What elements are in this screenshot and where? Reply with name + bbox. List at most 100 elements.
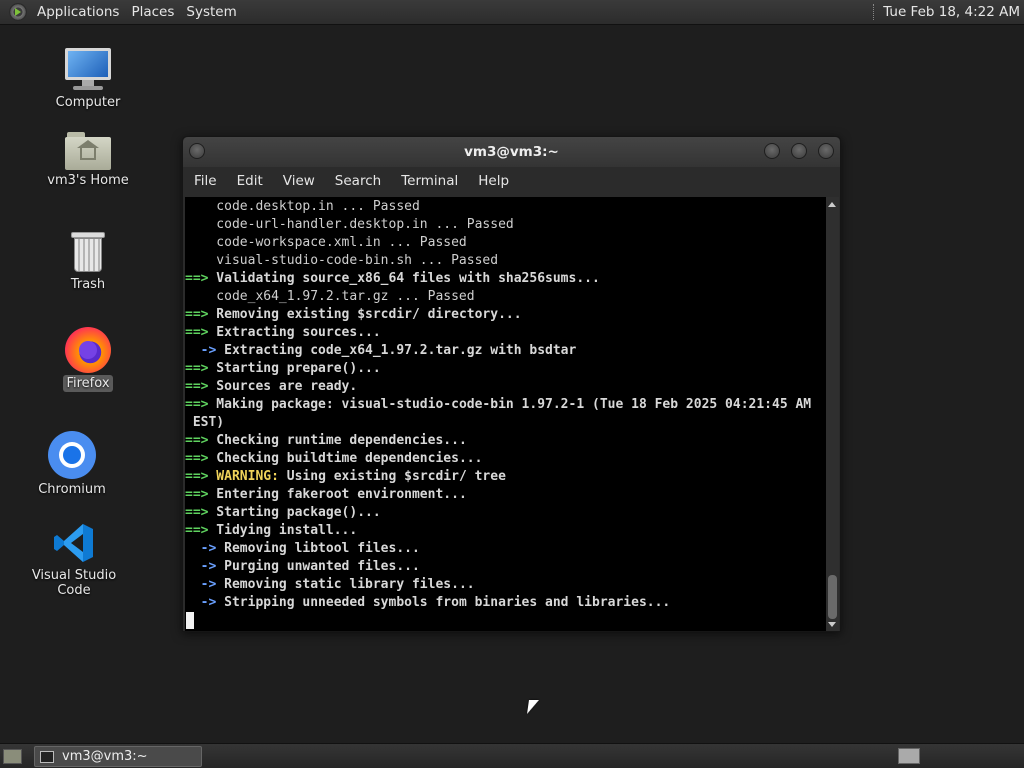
computer-icon bbox=[63, 46, 113, 92]
distro-logo-icon[interactable] bbox=[9, 3, 27, 21]
terminal-line-text: Making package: visual-studio-code-bin 1… bbox=[208, 397, 812, 412]
taskbar-button-terminal[interactable]: vm3@vm3:~ bbox=[34, 746, 202, 767]
desktop-icon-computer[interactable]: Computer bbox=[28, 46, 148, 111]
terminal-line: ==> WARNING: Using existing $srcdir/ tre… bbox=[185, 468, 826, 486]
terminal-line: code-workspace.xml.in ... Passed bbox=[185, 234, 826, 252]
home-folder-icon bbox=[65, 130, 111, 170]
terminal-line-prefix: -> bbox=[185, 577, 217, 592]
terminal-line-prefix: ==> bbox=[185, 397, 209, 412]
panel-separator bbox=[873, 4, 875, 20]
terminal-line: -> Removing libtool files... bbox=[185, 540, 826, 558]
terminal-line-prefix: ==> bbox=[185, 379, 209, 394]
terminal-warning-tag: WARNING: bbox=[208, 469, 279, 484]
terminal-line-text: Using existing $srcdir/ tree bbox=[278, 469, 506, 484]
terminal-line-text: code.desktop.in ... Passed bbox=[185, 199, 420, 214]
terminal-line: code-url-handler.desktop.in ... Passed bbox=[185, 216, 826, 234]
terminal-line-prefix: ==> bbox=[185, 433, 209, 448]
menu-terminal[interactable]: Terminal bbox=[394, 173, 465, 189]
mouse-pointer-icon bbox=[527, 700, 539, 714]
desktop-icon-label: Visual Studio Code bbox=[31, 568, 117, 598]
terminal-line-text: code-url-handler.desktop.in ... Passed bbox=[185, 217, 514, 232]
terminal-line: EST) bbox=[185, 414, 826, 432]
maximize-button[interactable] bbox=[791, 143, 807, 159]
terminal-line: ==> Removing existing $srcdir/ directory… bbox=[185, 306, 826, 324]
desktop-icon-home[interactable]: vm3's Home bbox=[28, 130, 148, 189]
desktop-icon-trash[interactable]: Trash bbox=[28, 230, 148, 293]
scroll-down-arrow-icon[interactable] bbox=[828, 622, 836, 627]
terminal-line-text: visual-studio-code-bin.sh ... Passed bbox=[185, 253, 499, 268]
close-button[interactable] bbox=[818, 143, 834, 159]
terminal-line-prefix: -> bbox=[185, 559, 217, 574]
terminal-output[interactable]: code.desktop.in ... Passed code-url-hand… bbox=[185, 197, 826, 631]
terminal-line: ==> Starting package()... bbox=[185, 504, 826, 522]
terminal-line: ==> Starting prepare()... bbox=[185, 360, 826, 378]
terminal-icon bbox=[40, 750, 54, 763]
terminal-line: -> Stripping unneeded symbols from binar… bbox=[185, 594, 826, 612]
terminal-line: ==> Sources are ready. bbox=[185, 378, 826, 396]
terminal-line: ==> Entering fakeroot environment... bbox=[185, 486, 826, 504]
terminal-line-text: Checking buildtime dependencies... bbox=[208, 451, 483, 466]
terminal-line: ==> Checking runtime dependencies... bbox=[185, 432, 826, 450]
menu-help[interactable]: Help bbox=[471, 173, 516, 189]
terminal-menubar: File Edit View Search Terminal Help bbox=[183, 167, 840, 195]
minimize-button[interactable] bbox=[764, 143, 780, 159]
scroll-up-arrow-icon[interactable] bbox=[828, 202, 836, 207]
menu-applications[interactable]: Applications bbox=[31, 4, 125, 20]
terminal-line-text: code-workspace.xml.in ... Passed bbox=[185, 235, 467, 250]
menu-view[interactable]: View bbox=[276, 173, 322, 189]
terminal-line-prefix: -> bbox=[185, 595, 217, 610]
scrollbar-thumb[interactable] bbox=[828, 575, 837, 619]
terminal-window[interactable]: vm3@vm3:~ File Edit View Search Terminal… bbox=[182, 136, 841, 632]
terminal-line-prefix: ==> bbox=[185, 451, 209, 466]
trash-icon bbox=[70, 230, 106, 274]
terminal-line-prefix: ==> bbox=[185, 487, 209, 502]
terminal-line-text: Extracting sources... bbox=[208, 325, 381, 340]
terminal-cursor-line bbox=[185, 612, 826, 630]
workspace-switcher[interactable] bbox=[898, 748, 920, 764]
terminal-line-text: Removing libtool files... bbox=[216, 541, 420, 556]
chromium-icon bbox=[48, 431, 96, 479]
window-menu-button[interactable] bbox=[189, 143, 205, 159]
terminal-line: visual-studio-code-bin.sh ... Passed bbox=[185, 252, 826, 270]
terminal-line: -> Removing static library files... bbox=[185, 576, 826, 594]
terminal-line-prefix: -> bbox=[185, 541, 217, 556]
desktop-icon-label: Firefox bbox=[63, 375, 113, 392]
terminal-line: code_x64_1.97.2.tar.gz ... Passed bbox=[185, 288, 826, 306]
terminal-line-prefix: ==> bbox=[185, 505, 209, 520]
menu-places[interactable]: Places bbox=[125, 4, 180, 20]
terminal-line-prefix: ==> bbox=[185, 361, 209, 376]
terminal-line: ==> Validating source_x86_64 files with … bbox=[185, 270, 826, 288]
terminal-line-prefix: ==> bbox=[185, 271, 209, 286]
show-desktop-icon[interactable] bbox=[3, 749, 22, 764]
menu-system[interactable]: System bbox=[180, 4, 242, 20]
terminal-line-prefix: ==> bbox=[185, 469, 209, 484]
desktop-icon-firefox[interactable]: Firefox bbox=[28, 327, 148, 392]
terminal-line-text: Entering fakeroot environment... bbox=[208, 487, 467, 502]
menu-edit[interactable]: Edit bbox=[230, 173, 270, 189]
terminal-line-text: code_x64_1.97.2.tar.gz ... Passed bbox=[185, 289, 475, 304]
terminal-title: vm3@vm3:~ bbox=[464, 144, 559, 160]
desktop-icon-label: vm3's Home bbox=[47, 173, 129, 188]
terminal-scrollbar[interactable] bbox=[826, 197, 839, 631]
terminal-line: ==> Making package: visual-studio-code-b… bbox=[185, 396, 826, 414]
terminal-titlebar[interactable]: vm3@vm3:~ bbox=[183, 137, 840, 167]
terminal-line-prefix: ==> bbox=[185, 307, 209, 322]
terminal-line: -> Purging unwanted files... bbox=[185, 558, 826, 576]
desktop-icon-label: Computer bbox=[55, 95, 121, 110]
terminal-line-text: Tidying install... bbox=[208, 523, 358, 538]
terminal-line: -> Extracting code_x64_1.97.2.tar.gz wit… bbox=[185, 342, 826, 360]
terminal-line: ==> Extracting sources... bbox=[185, 324, 826, 342]
menu-file[interactable]: File bbox=[187, 173, 224, 189]
terminal-line-text: Starting package()... bbox=[208, 505, 381, 520]
terminal-line: ==> Checking buildtime dependencies... bbox=[185, 450, 826, 468]
desktop-icon-chromium[interactable]: Chromium bbox=[12, 431, 132, 498]
terminal-line-text: Validating source_x86_64 files with sha2… bbox=[208, 271, 600, 286]
top-panel: Applications Places System Tue Feb 18, 4… bbox=[0, 0, 1024, 25]
terminal-line-prefix: ==> bbox=[185, 325, 209, 340]
taskbar-button-label: vm3@vm3:~ bbox=[62, 749, 148, 764]
terminal-line: ==> Tidying install... bbox=[185, 522, 826, 540]
desktop-icon-vscode[interactable]: Visual Studio Code bbox=[14, 521, 134, 599]
clock[interactable]: Tue Feb 18, 4:22 AM bbox=[883, 4, 1020, 20]
menu-search[interactable]: Search bbox=[328, 173, 388, 189]
terminal-line-prefix: -> bbox=[185, 343, 217, 358]
